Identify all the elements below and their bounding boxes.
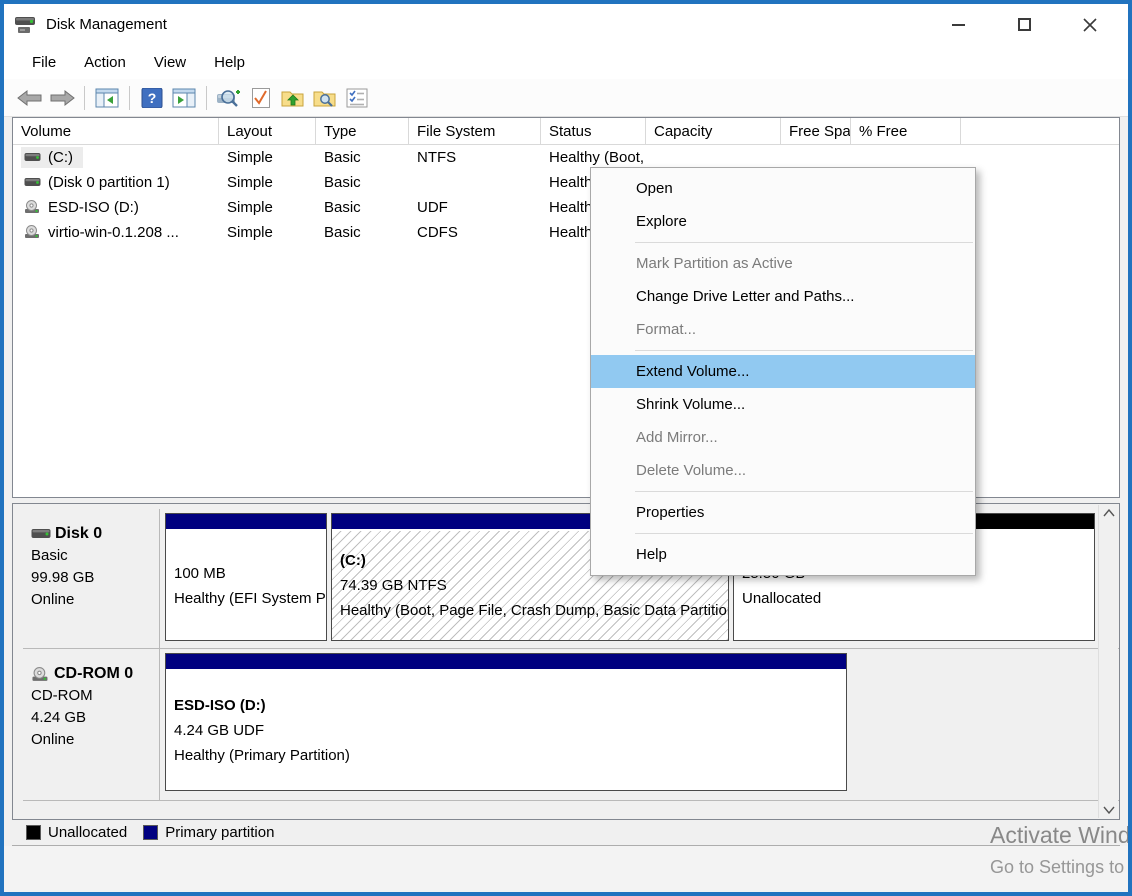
title-bar: Disk Management: [4, 4, 1128, 45]
maximize-icon: [1018, 18, 1031, 31]
legend-bar: Unallocated Primary partition: [12, 820, 1120, 846]
menu-item-change-drive-letter[interactable]: Change Drive Letter and Paths...: [591, 280, 975, 313]
menu-item-explore[interactable]: Explore: [591, 205, 975, 238]
column-header-file-system[interactable]: File System: [409, 118, 541, 144]
checklist-icon: [346, 88, 368, 108]
unallocated-swatch: [26, 825, 41, 840]
hard-disk-icon: [24, 177, 41, 189]
column-header-empty: [961, 118, 1119, 144]
partition-color-bar: [166, 514, 326, 531]
forward-arrow-icon: [49, 89, 75, 107]
column-header-free-space[interactable]: Free Spa...: [781, 118, 851, 144]
menu-separator: [635, 350, 973, 351]
export-button[interactable]: [277, 83, 309, 113]
folder-up-arrow-icon: [281, 88, 305, 108]
disk-size: 4.24 GB: [31, 707, 155, 729]
scroll-down-icon[interactable]: [1103, 806, 1115, 814]
maximize-button[interactable]: [1016, 17, 1032, 33]
hard-disk-icon: [24, 152, 41, 164]
menu-item-properties[interactable]: Properties: [591, 496, 975, 529]
toolbar: ?: [4, 79, 1128, 117]
hard-disk-icon: [31, 528, 51, 541]
help-icon: ?: [141, 88, 163, 108]
column-header-status[interactable]: Status: [541, 118, 646, 144]
menu-separator: [635, 533, 973, 534]
column-header-type[interactable]: Type: [316, 118, 409, 144]
menu-item-help[interactable]: Help: [591, 538, 975, 571]
context-menu: Open Explore Mark Partition as Active Ch…: [590, 167, 976, 576]
menu-file[interactable]: File: [18, 48, 70, 77]
menu-bar: File Action View Help: [4, 45, 1128, 79]
menu-action[interactable]: Action: [70, 48, 140, 77]
folder-search-icon: [313, 88, 337, 108]
cdrom-0-row: CD-ROM 0 CD-ROM 4.24 GB Online ESD-ISO (…: [23, 649, 1119, 801]
menu-item-mark-partition-active: Mark Partition as Active: [591, 247, 975, 280]
show-console-tree-button[interactable]: [91, 83, 123, 113]
action-pane-icon: [172, 88, 196, 108]
menu-help[interactable]: Help: [200, 48, 259, 77]
disk-name: Disk 0: [55, 523, 102, 545]
menu-view[interactable]: View: [140, 48, 200, 77]
close-button[interactable]: [1082, 17, 1098, 33]
cd-rom-icon: [24, 200, 41, 214]
menu-item-delete-volume: Delete Volume...: [591, 454, 975, 487]
search-button[interactable]: [309, 83, 341, 113]
back-arrow-icon: [17, 89, 43, 107]
menu-separator: [635, 242, 973, 243]
partition-esd-iso[interactable]: ESD-ISO (D:) 4.24 GB UDF Healthy (Primar…: [165, 653, 847, 791]
menu-separator: [635, 491, 973, 492]
toolbar-separator: [206, 86, 207, 110]
column-header-volume[interactable]: Volume: [13, 118, 219, 144]
legend-unallocated: Unallocated: [26, 824, 127, 841]
close-icon: [1082, 17, 1098, 33]
forward-button[interactable]: [46, 83, 78, 113]
cd-rom-icon: [24, 225, 41, 239]
disk-name: CD-ROM 0: [54, 663, 133, 685]
disk-size: 99.98 GB: [31, 567, 155, 589]
rescan-disks-icon: [216, 88, 242, 108]
disk-type: CD-ROM: [31, 685, 155, 707]
cd-rom-icon: [31, 667, 50, 682]
minimize-icon: [952, 24, 965, 26]
menu-item-extend-volume[interactable]: Extend Volume...: [591, 355, 975, 388]
disk-0-info[interactable]: Disk 0 Basic 99.98 GB Online: [23, 509, 160, 648]
legend-primary-partition: Primary partition: [143, 824, 274, 841]
column-header-layout[interactable]: Layout: [219, 118, 316, 144]
scroll-up-icon[interactable]: [1103, 509, 1115, 517]
primary-partition-swatch: [143, 825, 158, 840]
menu-item-add-mirror: Add Mirror...: [591, 421, 975, 454]
vertical-scrollbar[interactable]: [1098, 505, 1118, 818]
minimize-button[interactable]: [950, 17, 966, 33]
disk-management-window: Disk Management File Action View Help: [0, 0, 1132, 896]
show-action-pane-button[interactable]: [168, 83, 200, 113]
partition-efi-system[interactable]: 100 MB Healthy (EFI System Partition): [165, 513, 327, 641]
back-button[interactable]: [14, 83, 46, 113]
status-bar: [4, 846, 1128, 892]
disk-status: Online: [31, 589, 155, 611]
column-header-capacity[interactable]: Capacity: [646, 118, 781, 144]
disk-status: Online: [31, 729, 155, 751]
toolbar-separator: [129, 86, 130, 110]
menu-item-open[interactable]: Open: [591, 172, 975, 205]
window-title: Disk Management: [46, 16, 167, 33]
volume-list-header: Volume Layout Type File System Status Ca…: [13, 118, 1119, 145]
disk-type: Basic: [31, 545, 155, 567]
help-button[interactable]: ?: [136, 83, 168, 113]
menu-item-format: Format...: [591, 313, 975, 346]
disk-management-app-icon: [14, 15, 38, 35]
check-disk-button[interactable]: [245, 83, 277, 113]
volume-row-selection: (C:): [21, 147, 83, 168]
check-document-icon: [251, 87, 271, 109]
properties-list-button[interactable]: [341, 83, 373, 113]
toolbar-separator: [84, 86, 85, 110]
rescan-disks-button[interactable]: [213, 83, 245, 113]
menu-item-shrink-volume[interactable]: Shrink Volume...: [591, 388, 975, 421]
svg-text:?: ?: [148, 90, 157, 106]
cdrom-0-info[interactable]: CD-ROM 0 CD-ROM 4.24 GB Online: [23, 649, 160, 800]
column-header-percent-free[interactable]: % Free: [851, 118, 961, 144]
partition-color-bar: [166, 654, 846, 671]
console-tree-icon: [95, 88, 119, 108]
